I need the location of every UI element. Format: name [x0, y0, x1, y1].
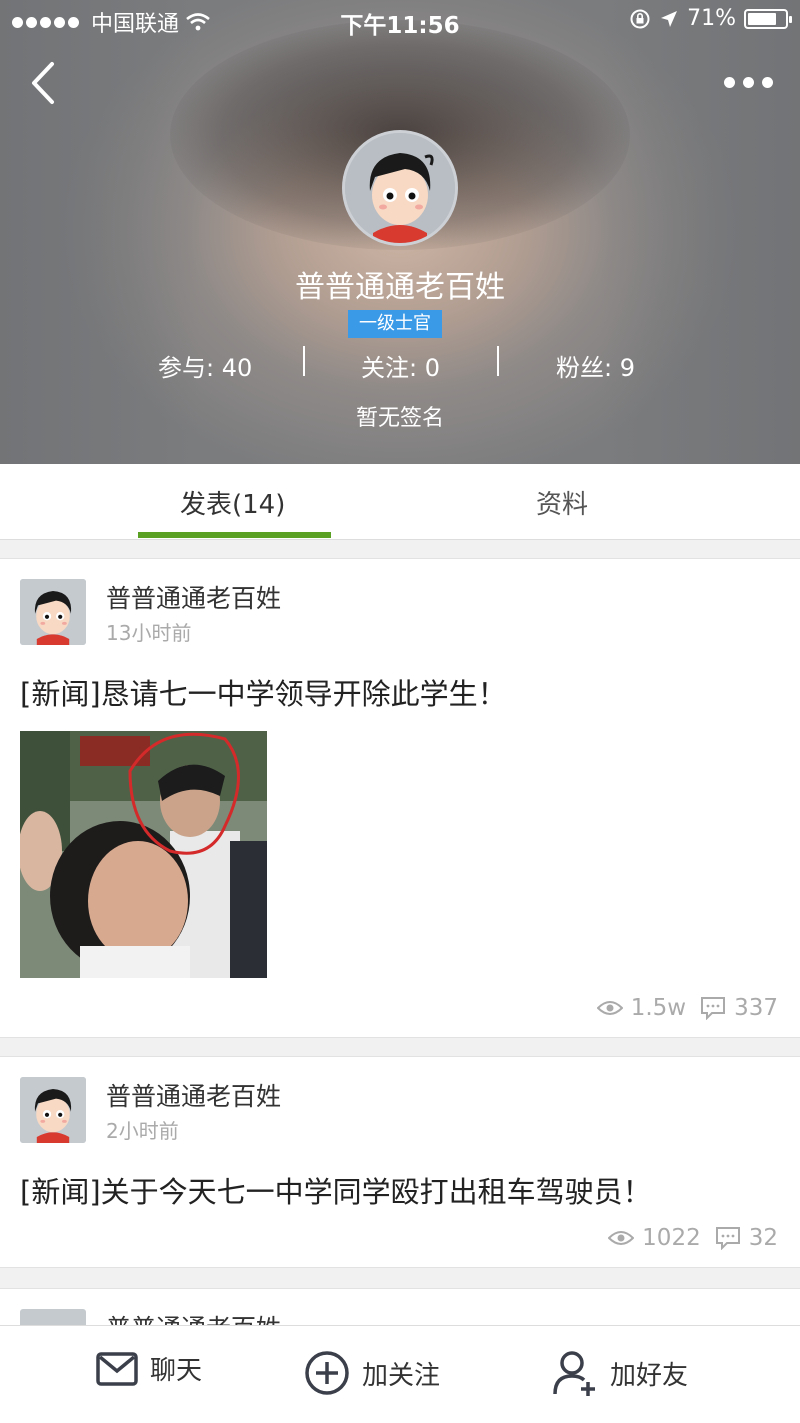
rotation-lock-icon: [630, 9, 650, 28]
comment-count: 337: [734, 995, 778, 1021]
participate-count[interactable]: 参与: 40: [158, 348, 252, 383]
post-author-name[interactable]: 普普通通老百姓: [106, 1077, 281, 1113]
eye-icon: [608, 1231, 635, 1245]
mail-icon: [96, 1351, 138, 1386]
comment-count: 32: [748, 1225, 778, 1251]
bottom-action-bar: 聊天 加关注 加好友: [0, 1325, 800, 1423]
post-title[interactable]: [新闻]关于今天七一中学同学殴打出租车驾驶员！: [20, 1169, 652, 1211]
plus-circle-icon: [305, 1351, 349, 1395]
cartoon-avatar-icon: [20, 579, 86, 645]
post-timestamp: 13小时前: [106, 621, 192, 645]
post-thumbnail-image[interactable]: [20, 731, 267, 978]
location-icon: [661, 10, 678, 27]
eye-icon: [596, 1001, 623, 1015]
chat-label: 聊天: [150, 1356, 203, 1386]
tab-profile-info[interactable]: 资料: [536, 484, 588, 521]
follow-button[interactable]: 加关注: [304, 1350, 440, 1396]
stats-divider: [497, 346, 499, 376]
post-card[interactable]: 普普通通老百姓 2小时前 [新闻]关于今天七一中学同学殴打出租车驾驶员！ 102…: [0, 1056, 800, 1268]
post-stats: 1.5w 337: [596, 995, 778, 1021]
follow-label: 加关注: [362, 1360, 441, 1391]
back-button[interactable]: [28, 58, 68, 108]
comment-icon: [701, 997, 726, 1020]
comment-icon: [715, 1227, 740, 1250]
post-timestamp: 2小时前: [106, 1119, 179, 1143]
battery-percent: 71%: [687, 6, 736, 31]
profile-signature: 暂无签名: [355, 406, 444, 431]
profile-stats: 参与: 40 关注: 0 粉丝: 9: [0, 340, 800, 384]
profile-header: 中国联通 下午11:56 71% 普普通通老百姓 一级士官 参与: 40 关注:…: [0, 0, 800, 464]
post-author-avatar[interactable]: [20, 1077, 86, 1143]
profile-tabs: 发表(14) 资料: [0, 464, 800, 540]
battery-icon: [744, 8, 792, 29]
chat-button[interactable]: 聊天: [96, 1350, 202, 1387]
add-friend-button[interactable]: 加好友: [552, 1350, 688, 1396]
tab-posts[interactable]: 发表(14): [180, 484, 285, 521]
stats-divider: [303, 346, 305, 376]
more-options-button[interactable]: [724, 72, 776, 92]
follow-count[interactable]: 关注: 0: [361, 348, 440, 383]
active-tab-indicator: [138, 532, 331, 538]
post-card[interactable]: 普普通通老百姓 13小时前 [新闻]恳请七一中学领导开除此学生！ 1.5w 33…: [0, 558, 800, 1038]
profile-avatar[interactable]: [342, 130, 458, 246]
cartoon-avatar-icon: [345, 133, 455, 243]
view-count: 1022: [642, 1225, 701, 1251]
post-title[interactable]: [新闻]恳请七一中学领导开除此学生！: [20, 671, 507, 713]
cartoon-avatar-icon: [20, 1077, 86, 1143]
add-friend-label: 加好友: [610, 1360, 689, 1391]
view-count: 1.5w: [630, 995, 687, 1021]
profile-username: 普普通通老百姓: [295, 270, 505, 305]
post-stats: 1022 32: [608, 1225, 778, 1251]
post-author-name[interactable]: 普普通通老百姓: [106, 579, 281, 615]
fans-count[interactable]: 粉丝: 9: [556, 348, 635, 383]
news-photo: [20, 731, 267, 978]
post-author-avatar[interactable]: [20, 579, 86, 645]
chevron-left-icon: [32, 62, 54, 104]
status-bar: 中国联通 下午11:56 71%: [0, 0, 800, 40]
add-user-icon: [553, 1351, 595, 1396]
rank-badge: 一级士官: [348, 310, 442, 338]
